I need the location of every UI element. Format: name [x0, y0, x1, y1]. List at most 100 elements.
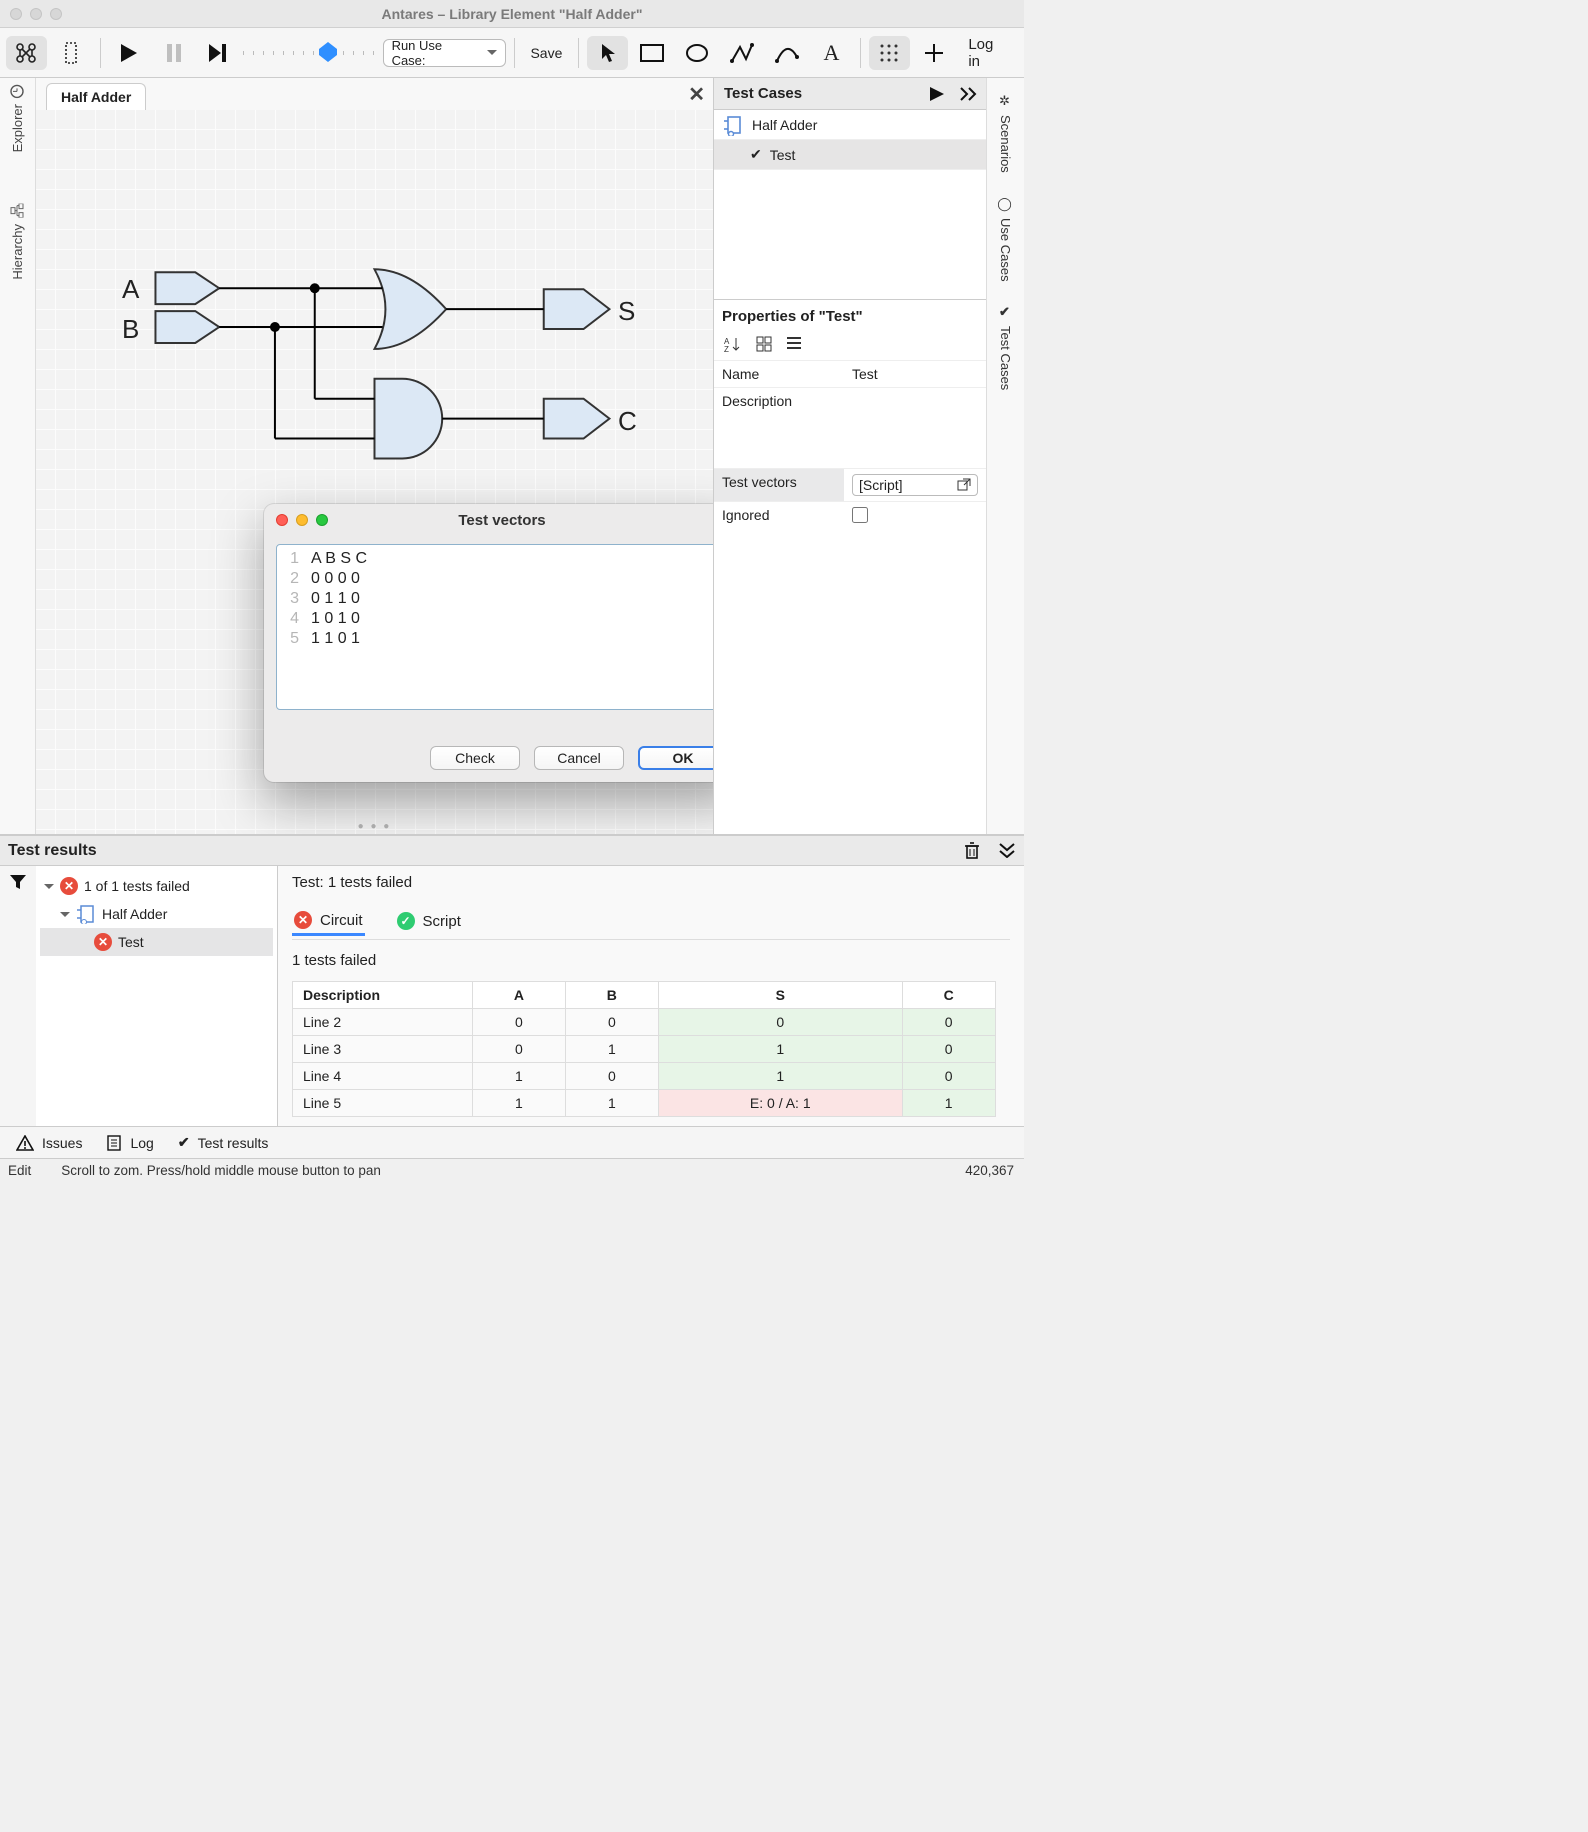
ellipse-tool-button[interactable]	[677, 36, 718, 70]
rect-tool-button[interactable]	[632, 36, 673, 70]
test-results-title: Test results	[8, 842, 97, 860]
close-window-dot[interactable]	[10, 8, 22, 20]
mode-label: Edit	[8, 1163, 31, 1178]
right-collapsed-bar: ✲Scenarios ◯Use Cases ✔Test Cases	[986, 78, 1024, 834]
prop-ignored-label: Ignored	[714, 501, 844, 531]
line-gutter: 12345	[277, 545, 305, 709]
check-icon: ✔	[998, 305, 1013, 320]
login-button[interactable]: Log in	[958, 36, 1018, 70]
add-button[interactable]	[914, 36, 955, 70]
gear-icon: ✲	[998, 94, 1013, 109]
fail-icon: ✕	[94, 933, 112, 951]
test-cases-list: Half Adder ✔ Test	[714, 110, 986, 300]
results-tab-script[interactable]: ✓Script	[395, 907, 463, 935]
ok-button[interactable]: OK	[638, 746, 713, 770]
port-label-c: C	[618, 406, 637, 437]
table-row[interactable]: Line 30110	[293, 1036, 996, 1063]
editor-tabstrip: Half Adder ✕	[36, 78, 713, 110]
left-sidebar: Explorer Hierarchy	[0, 78, 36, 834]
table-row[interactable]: Line 20000	[293, 1009, 996, 1036]
zoom-window-dot[interactable]	[50, 8, 62, 20]
chevron-down-icon[interactable]	[60, 906, 70, 922]
properties-toolbar: AZ	[714, 332, 986, 360]
check-button[interactable]: Check	[430, 746, 520, 770]
sort-az-icon[interactable]: AZ	[724, 336, 742, 352]
clock-icon	[11, 84, 25, 98]
pass-icon: ✓	[397, 912, 415, 930]
dialog-title: Test vectors	[264, 512, 713, 529]
editor-tab-half-adder[interactable]: Half Adder	[46, 83, 146, 110]
prop-name-value[interactable]: Test	[844, 360, 986, 387]
results-subheader: 1 tests failed	[292, 952, 1010, 969]
results-summary-row[interactable]: ✕ 1 of 1 tests failed	[40, 872, 273, 900]
chip-mode-button[interactable]	[51, 36, 92, 70]
hierarchy-tab[interactable]: Hierarchy	[10, 198, 25, 286]
vector-editor[interactable]: 12345 A B S C 0 0 0 0 0 1 1 0 1 0 1 0 1 …	[276, 544, 713, 710]
table-row[interactable]: Line 511E: 0 / A: 11	[293, 1090, 996, 1117]
test-cases-item-test[interactable]: ✔ Test	[714, 140, 986, 170]
vector-code[interactable]: A B S C 0 0 0 0 0 1 1 0 1 0 1 0 1 1 0 1	[305, 545, 373, 709]
list-view-icon[interactable]	[786, 336, 802, 352]
run-use-case-label: Run Use Case:	[392, 38, 477, 68]
results-filter[interactable]	[0, 866, 36, 1126]
prop-desc-value[interactable]	[844, 387, 986, 414]
pointer-tool-button[interactable]	[587, 36, 628, 70]
save-button[interactable]: Save	[522, 45, 570, 61]
close-tab-button[interactable]: ✕	[688, 82, 705, 107]
hint-label: Scroll to zom. Press/hold middle mouse b…	[61, 1163, 381, 1178]
polyline-tool-button[interactable]	[722, 36, 763, 70]
test-cases-tab[interactable]: ✔Test Cases	[998, 301, 1013, 394]
port-label-a: A	[122, 274, 139, 305]
properties-grid: Name Test Description Test vectors [Scri…	[714, 360, 986, 531]
run-use-case-select[interactable]: Run Use Case:	[383, 39, 506, 67]
results-tree: ✕ 1 of 1 tests failed Half Adder ✕ Test	[36, 866, 278, 1126]
prop-ignored-value[interactable]	[844, 501, 986, 531]
curve-tool-button[interactable]	[766, 36, 807, 70]
results-detail: Test: 1 tests failed ✕Circuit ✓Script 1 …	[278, 866, 1024, 1126]
check-icon: ✔	[750, 146, 762, 163]
table-row[interactable]: Line 41010	[293, 1063, 996, 1090]
speed-slider[interactable]	[243, 42, 379, 64]
test-results-panel: Test results ✕ 1 of 1 tests failed Half …	[0, 834, 1024, 1126]
scenarios-tab[interactable]: ✲Scenarios	[998, 90, 1013, 177]
log-tab[interactable]: Log	[106, 1135, 153, 1151]
results-table: Description A B S C Line 20000Line 30110…	[292, 981, 996, 1117]
explorer-tab[interactable]: Explorer	[10, 78, 25, 158]
results-detail-header: Test: 1 tests failed	[292, 874, 1010, 891]
expand-icon[interactable]	[960, 87, 978, 101]
ignored-checkbox[interactable]	[852, 507, 868, 523]
test-results-tab[interactable]: ✔Test results	[178, 1134, 269, 1151]
results-node-test[interactable]: ✕ Test	[40, 928, 273, 956]
use-cases-tab[interactable]: ◯Use Cases	[998, 193, 1013, 286]
text-tool-button[interactable]: A	[811, 36, 852, 70]
play-button[interactable]	[108, 36, 149, 70]
cancel-button[interactable]: Cancel	[534, 746, 624, 770]
test-cases-item-half-adder[interactable]: Half Adder	[714, 110, 986, 140]
warning-icon	[16, 1135, 34, 1151]
chip-icon	[722, 114, 744, 136]
popup-icon[interactable]	[957, 478, 971, 492]
graph-mode-button[interactable]	[6, 36, 47, 70]
results-tab-circuit[interactable]: ✕Circuit	[292, 907, 365, 936]
prop-name-label: Name	[714, 360, 844, 387]
run-tests-icon[interactable]	[930, 87, 944, 101]
circuit-canvas[interactable]: A B S C Test vectors 12345 A B S C 0 0 0…	[36, 110, 713, 834]
results-node-half-adder[interactable]: Half Adder	[40, 900, 273, 928]
trash-icon[interactable]	[964, 842, 980, 860]
minimize-window-dot[interactable]	[30, 8, 42, 20]
prop-vectors-value[interactable]: [Script]	[844, 468, 986, 501]
step-button[interactable]	[198, 36, 239, 70]
pause-button[interactable]	[153, 36, 194, 70]
window-title: Antares – Library Element "Half Adder"	[0, 6, 1024, 22]
category-icon[interactable]	[756, 336, 772, 352]
svg-text:Z: Z	[724, 345, 729, 352]
chevron-down-icon[interactable]	[44, 878, 54, 894]
grid-toggle-button[interactable]	[869, 36, 910, 70]
circle-icon: ◯	[998, 197, 1013, 212]
status-bar: Edit Scroll to zom. Press/hold middle mo…	[0, 1158, 1024, 1182]
hierarchy-icon	[11, 204, 25, 218]
collapse-down-icon[interactable]	[998, 842, 1016, 860]
issues-tab[interactable]: Issues	[16, 1135, 82, 1151]
test-vectors-dialog: Test vectors 12345 A B S C 0 0 0 0 0 1 1…	[264, 504, 713, 782]
document-icon	[106, 1135, 122, 1151]
